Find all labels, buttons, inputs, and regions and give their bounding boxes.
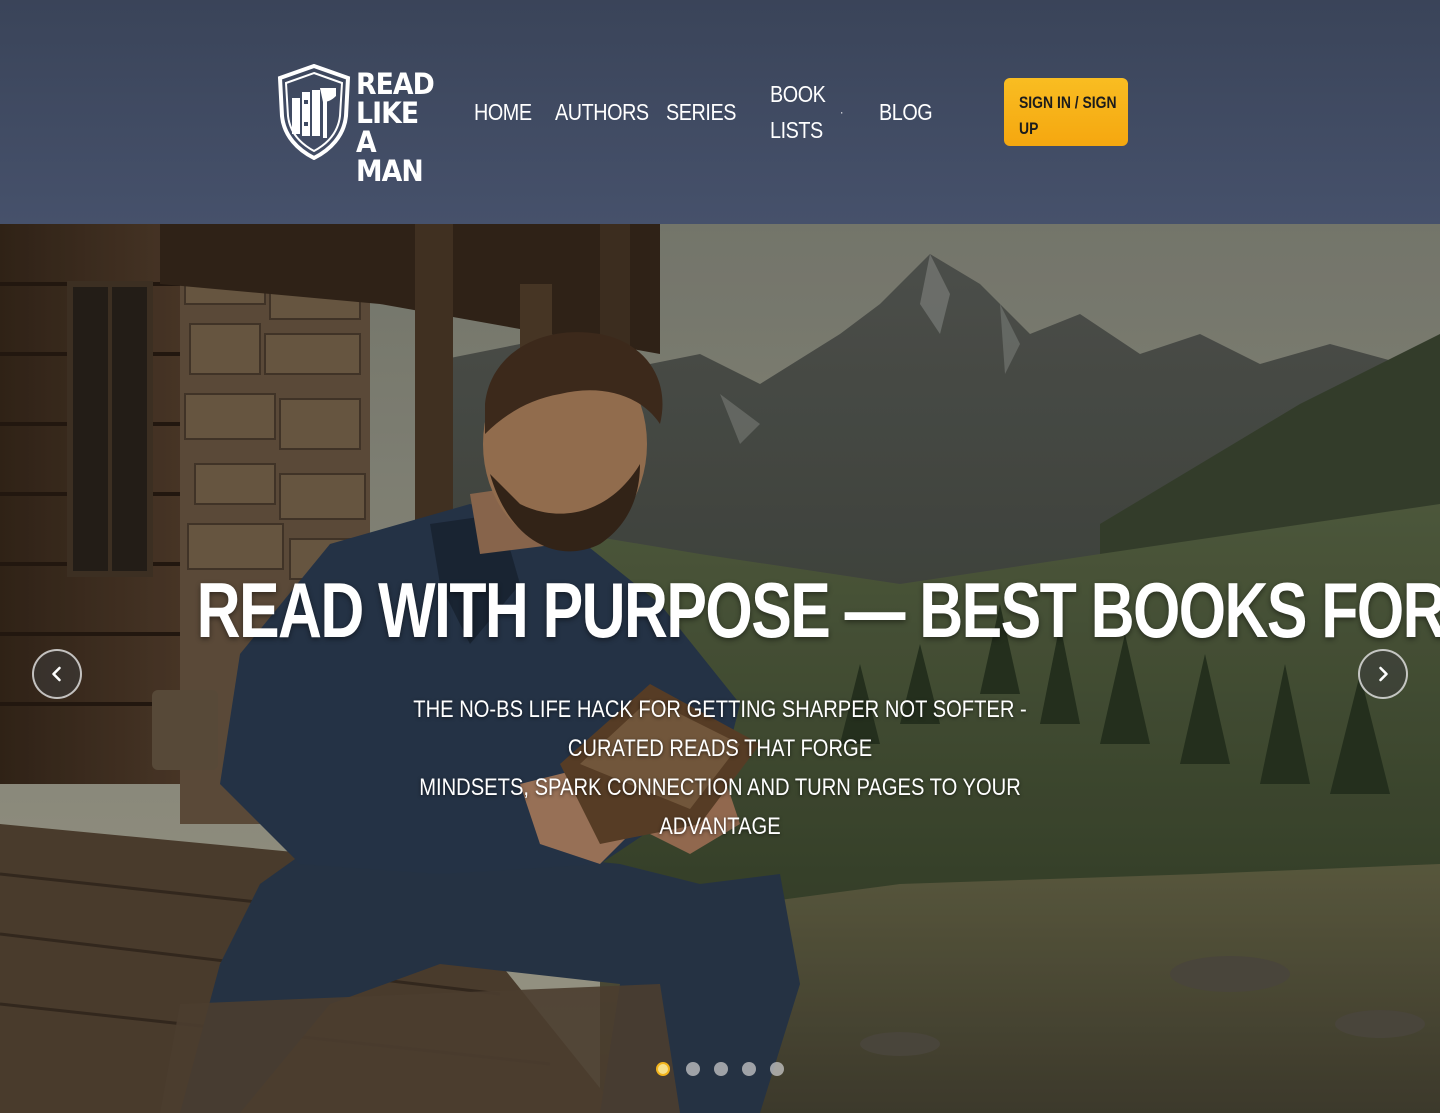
hero-overlay	[0, 224, 1440, 1113]
hero-subtitle: THE NO-BS LIFE HACK FOR GETTING SHARPER …	[300, 690, 1140, 846]
shield-books-axe-icon	[277, 64, 351, 160]
carousel-dot-5[interactable]	[770, 1062, 784, 1076]
nav-item-series[interactable]: SERIES	[666, 94, 736, 130]
hero-title-text: READ WITH PURPOSE — BEST BOOKS FOR MEN	[196, 566, 1440, 654]
hero-subtitle-line: THE NO-BS LIFE HACK FOR GETTING SHARPER …	[413, 696, 1027, 762]
nav-item-book-lists-line: BOOK	[770, 81, 826, 107]
nav-item-authors[interactable]: AUTHORS	[555, 94, 649, 130]
site-header: READ LIKE A MAN HOME AUTHORS SERIES BOOK…	[0, 0, 1440, 224]
carousel-prev-button[interactable]	[32, 649, 82, 699]
carousel-dot-4[interactable]	[742, 1062, 756, 1076]
carousel-dot-1[interactable]	[656, 1062, 670, 1076]
chevron-left-icon	[52, 666, 61, 682]
hero-subtitle-line: MINDSETS, SPARK CONNECTION AND TURN PAGE…	[419, 774, 1021, 840]
nav-item-home[interactable]: HOME	[474, 94, 532, 130]
chevron-right-icon	[1379, 666, 1388, 682]
carousel-dot-2[interactable]	[686, 1062, 700, 1076]
logo-line: LIKE A	[356, 96, 419, 159]
carousel-next-button[interactable]	[1358, 649, 1408, 699]
carousel-dot-3[interactable]	[714, 1062, 728, 1076]
logo-line: MAN	[356, 154, 424, 188]
nav-item-blog[interactable]: BLOG	[879, 94, 933, 130]
sign-in-label-line: UP	[1019, 119, 1039, 138]
logo-line: READ	[356, 67, 435, 101]
hero-carousel: READ WITH PURPOSE — BEST BOOKS FOR MEN T…	[0, 224, 1440, 1113]
sign-in-label-line: SIGN IN / SIGN	[1019, 93, 1117, 112]
site-logo[interactable]: READ LIKE A MAN	[276, 64, 440, 186]
dropdown-caret-icon[interactable]: ·	[840, 94, 843, 130]
hero-title: READ WITH PURPOSE — BEST BOOKS FOR MEN	[0, 564, 1440, 656]
logo-wordmark: READ LIKE A MAN	[356, 67, 435, 188]
nav-item-book-lists[interactable]: BOOK LISTS	[770, 76, 826, 148]
nav-item-book-lists-line: LISTS	[770, 117, 823, 143]
sign-in-button[interactable]: SIGN IN / SIGN UP	[1004, 78, 1128, 146]
